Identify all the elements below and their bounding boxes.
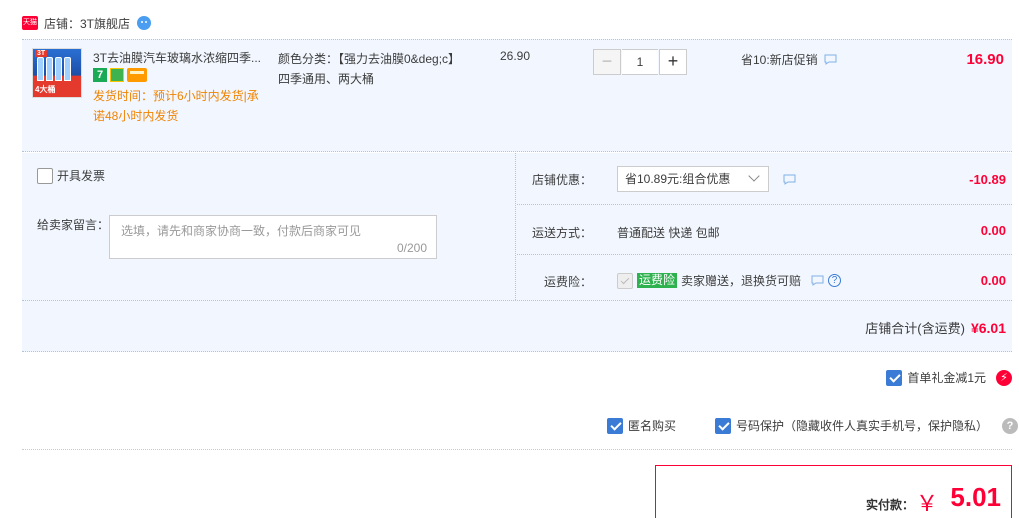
- invoice-checkbox[interactable]: [37, 167, 53, 184]
- product-thumbnail[interactable]: 3T 4大桶: [32, 48, 82, 98]
- privacy-label: 号码保护（隐藏收件人真实手机号，保护隐私）: [736, 419, 989, 433]
- shipping-amount: 0.00: [980, 223, 1006, 238]
- discount-label: 店铺优惠：: [531, 173, 592, 187]
- thumbnail-tag: 4大桶: [35, 85, 56, 94]
- thumbnail-brand: 3T: [35, 50, 48, 57]
- shop-total-amount: ¥6.01: [970, 320, 1006, 336]
- shop-total-label: 店铺合计(含运费): [865, 321, 965, 336]
- currency-symbol: ￥: [915, 491, 938, 516]
- anonymous-label: 匿名购买: [628, 419, 677, 433]
- shipping-value: 普通配送 快递 包邮: [617, 226, 720, 240]
- insurance-detail-icon[interactable]: [811, 275, 824, 286]
- quantity-increase-button[interactable]: +: [659, 49, 687, 75]
- item-subtotal: 16.90: [966, 51, 1004, 68]
- privacy-option[interactable]: 号码保护（隐藏收件人真实手机号，保护隐私） ?: [715, 417, 1019, 434]
- shipping-label: 运送方式：: [531, 226, 592, 240]
- unit-price: 26.90: [500, 49, 531, 63]
- quantity-stepper: − 1 +: [593, 49, 687, 75]
- gift-option[interactable]: 首单礼金减1元 ⚡: [886, 369, 1012, 386]
- insurance-value: 运费险 卖家赠送，退换货可赔 ?: [617, 272, 842, 289]
- sku-info: 颜色分类：【强力去油膜0&deg;c】四季通用、两大桶: [278, 52, 461, 86]
- payment-summary: 实付款： ￥ 5.01: [655, 465, 1012, 518]
- insurance-tag: 运费险: [637, 273, 678, 288]
- wangwang-chat-icon[interactable]: [136, 15, 152, 31]
- shop-header: 天猫 店铺：3T旗舰店: [22, 12, 152, 34]
- insurance-label: 运费险：: [543, 275, 592, 289]
- promotion-detail-icon[interactable]: [824, 54, 837, 65]
- insurance-help-icon[interactable]: ?: [828, 274, 842, 287]
- quantity-decrease-button[interactable]: −: [593, 49, 621, 75]
- payment-label: 实付款：: [865, 498, 914, 512]
- product-title-link[interactable]: 3T去油膜汽车玻璃水浓缩四季...: [93, 49, 273, 66]
- seller-message-input[interactable]: 选填，请先和商家协商一致，付款后商家可见 0/200: [109, 215, 437, 259]
- message-label: 给卖家留言：: [37, 218, 110, 232]
- discount-detail-icon[interactable]: [783, 174, 796, 185]
- message-char-count: 0/200: [396, 241, 427, 255]
- thumbnail-bottles: [37, 57, 71, 81]
- shipping-time-note: 发货时间：预计6小时内发货|承诺48小时内发货: [93, 89, 259, 123]
- quantity-input[interactable]: 1: [622, 49, 658, 75]
- shop-name-link[interactable]: 店铺：3T旗舰店: [44, 15, 130, 32]
- item-promotion: 省10:新店促销: [741, 51, 837, 68]
- service-badges: 7: [93, 68, 147, 82]
- shop-total: 店铺合计(含运费) ¥6.01: [865, 318, 1006, 337]
- invoice-option[interactable]: 开具发票: [37, 167, 105, 184]
- privacy-checkbox[interactable]: [715, 417, 731, 434]
- invoice-label: 开具发票: [57, 169, 106, 183]
- discount-select[interactable]: 省10.89元:组合优惠: [617, 166, 769, 192]
- extras-right-panel: 店铺优惠： 省10.89元:组合优惠 -10.89 运送方式： 普通配送 快递 …: [517, 153, 1012, 300]
- lightning-icon: ⚡: [996, 369, 1012, 386]
- insurance-checkbox: [617, 272, 633, 289]
- gift-checkbox[interactable]: [886, 369, 903, 386]
- divider: [22, 449, 1012, 450]
- discount-selected-value: 省10.89元:组合优惠: [625, 172, 731, 186]
- shop-discount-row: 店铺优惠： 省10.89元:组合优惠 -10.89: [517, 153, 1012, 205]
- payment-amount: 5.01: [950, 482, 1001, 512]
- credit-card-icon[interactable]: [127, 68, 147, 82]
- order-item-row: 3T 4大桶 3T去油膜汽车玻璃水浓缩四季... 7 发货时间：预计6小时内发货…: [22, 39, 1012, 152]
- privacy-help-icon[interactable]: ?: [1002, 417, 1019, 434]
- message-placeholder: 选填，请先和商家协商一致，付款后商家可见: [121, 224, 362, 238]
- insurance-amount: 0.00: [980, 273, 1006, 288]
- discount-amount: -10.89: [969, 172, 1006, 187]
- chevron-down-icon: [748, 170, 760, 182]
- order-extras: 开具发票 给卖家留言： 选填，请先和商家协商一致，付款后商家可见 0/200 店…: [22, 153, 1012, 300]
- shop-total-bar: 店铺合计(含运费) ¥6.01: [22, 300, 1012, 352]
- guarantee-icon[interactable]: [110, 68, 124, 82]
- shipping-method-row: 运送方式： 普通配送 快递 包邮 0.00: [517, 205, 1012, 255]
- anonymous-option[interactable]: 匿名购买: [607, 417, 676, 434]
- anonymous-checkbox[interactable]: [607, 417, 623, 434]
- extras-left-panel: 开具发票 给卖家留言： 选填，请先和商家协商一致，付款后商家可见 0/200: [22, 153, 516, 300]
- tmall-logo-icon: 天猫: [22, 16, 38, 30]
- gift-label: 首单礼金减1元: [907, 371, 986, 385]
- shipping-insurance-row: 运费险： 运费险 卖家赠送，退换货可赔 ? 0.00: [517, 255, 1012, 300]
- seven-day-return-icon[interactable]: 7: [93, 68, 107, 82]
- insurance-text: 卖家赠送，退换货可赔: [681, 274, 802, 288]
- promotion-text: 省10:新店促销: [741, 53, 818, 67]
